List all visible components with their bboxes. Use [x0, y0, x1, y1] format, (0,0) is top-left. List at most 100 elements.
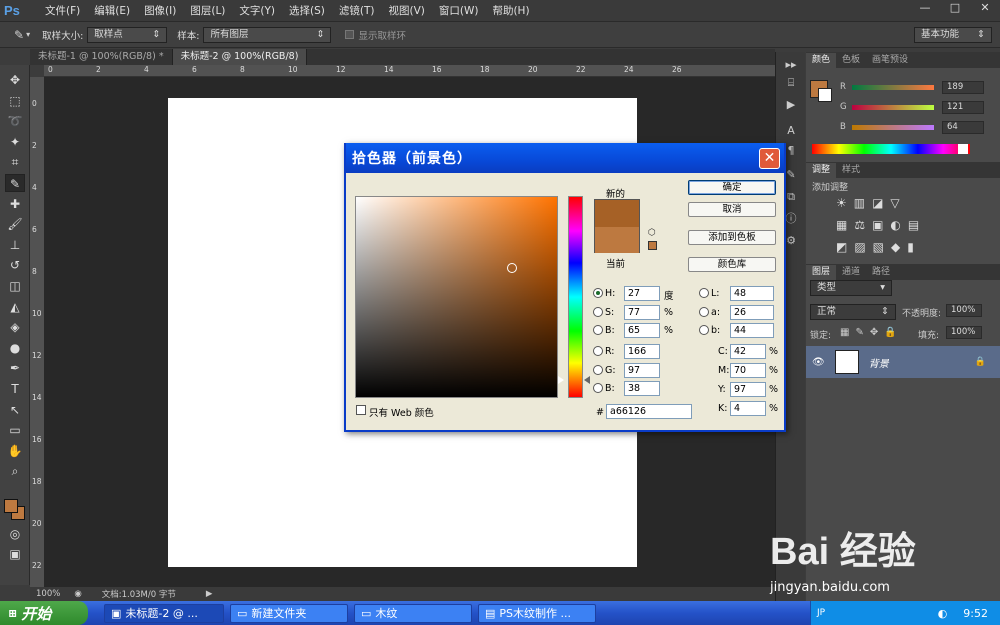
play-icon[interactable]: ▶ — [783, 98, 799, 112]
tab-styles[interactable]: 样式 — [836, 163, 866, 178]
tab-layers[interactable]: 图层 — [806, 265, 837, 280]
radio-lab-2[interactable] — [699, 325, 709, 335]
start-button[interactable]: ⊞ 开始 — [0, 601, 88, 625]
field-c[interactable]: 42 — [730, 344, 766, 359]
radio-g[interactable] — [593, 364, 603, 375]
saturation-value-field[interactable] — [355, 196, 558, 398]
foreground-color-swatch[interactable] — [4, 499, 18, 513]
green-value[interactable]: 121 — [942, 100, 984, 114]
field-y[interactable]: 97 — [730, 382, 766, 397]
eyedropper-tool-icon[interactable]: ✎ — [5, 174, 25, 192]
cube-icon[interactable]: ⬡ — [648, 228, 656, 238]
type-tool-icon[interactable]: T — [5, 380, 25, 398]
field-k[interactable]: 4 — [730, 401, 766, 416]
tab-color[interactable]: 颜色 — [806, 53, 837, 68]
crop-tool-icon[interactable]: ⌗ — [5, 153, 25, 171]
adjustment-icons-row-2[interactable]: ▦⚖▣◐▤ — [836, 218, 926, 232]
adjustment-icons-row-3[interactable]: ◩▨▧◆▮ — [836, 240, 921, 254]
menu-item[interactable]: 文件(F) — [38, 0, 87, 22]
chevron-down-icon[interactable]: ▾ — [26, 30, 30, 39]
menu-item[interactable]: 图像(I) — [137, 0, 183, 22]
marquee-tool-icon[interactable]: ⬚ — [5, 92, 25, 110]
blue-slider[interactable] — [852, 124, 934, 130]
paint-bucket-icon[interactable]: ◭ — [5, 298, 25, 316]
adjustment-icons-row-1[interactable]: ☀▥◪▽ — [836, 196, 907, 210]
field-b[interactable]: 38 — [624, 381, 660, 396]
red-slider[interactable] — [852, 84, 934, 90]
taskbar-item-folder[interactable]: ▭ 新建文件夹 — [230, 603, 348, 623]
screen-mode-icon[interactable]: ▣ — [5, 545, 25, 563]
opacity-value[interactable]: 100% — [946, 304, 982, 317]
hue-marker-left[interactable] — [558, 376, 564, 384]
collapse-icon[interactable]: ▸▸ — [783, 58, 799, 72]
eraser-tool-icon[interactable]: ◫ — [5, 277, 25, 295]
taskbar-item-wood[interactable]: ▭ 木纹 — [354, 603, 472, 623]
move-tool-icon[interactable]: ✥ — [5, 71, 25, 89]
menu-item[interactable]: 编辑(E) — [87, 0, 137, 22]
radio-b[interactable] — [593, 325, 603, 335]
fill-value[interactable]: 100% — [946, 326, 982, 339]
character-icon[interactable]: A — [783, 124, 799, 138]
magic-wand-icon[interactable]: ✦ — [5, 133, 25, 151]
web-safe-icon[interactable] — [648, 241, 657, 250]
green-slider[interactable] — [852, 104, 934, 110]
maximize-button[interactable]: □ — [940, 0, 970, 16]
web-colors-checkbox[interactable] — [356, 405, 366, 415]
pen-tool-icon[interactable]: ✒ — [5, 359, 25, 377]
hue-marker-right[interactable] — [584, 376, 590, 384]
background-swatch[interactable] — [818, 88, 832, 102]
cancel-button[interactable]: 取消 — [688, 202, 776, 217]
stamp-tool-icon[interactable]: ⊥ — [5, 236, 25, 254]
dodge-tool-icon[interactable]: ● — [5, 339, 25, 357]
arrow-right-icon[interactable]: ▶ — [206, 589, 213, 599]
tab-untitled-1[interactable]: 未标题-1 @ 100%(RGB/8) * — [30, 49, 173, 65]
field-lab-0[interactable]: 48 — [730, 286, 774, 301]
tab-untitled-2[interactable]: 未标题-2 @ 100%(RGB/8) — [172, 49, 308, 65]
radio-r[interactable] — [593, 346, 603, 356]
layer-filter[interactable]: 类型 ▾ — [810, 280, 892, 296]
radio-lab-1[interactable] — [699, 306, 709, 317]
blur-tool-icon[interactable]: ◈ — [5, 318, 25, 336]
zoom-tool-icon[interactable]: ⌕ — [5, 462, 25, 480]
menu-item[interactable]: 选择(S) — [282, 0, 332, 22]
sample-size-select[interactable]: 取样点 ⇕ — [87, 26, 168, 43]
hue-slider[interactable] — [568, 196, 583, 398]
network-icon[interactable]: ◐ — [938, 607, 948, 620]
taskbar-item-ps[interactable]: ▣ 未标题-2 @ ... — [104, 603, 224, 623]
show-ring-checkbox[interactable]: 显示取样环 — [345, 28, 406, 42]
info-icon[interactable]: ◉ — [74, 589, 81, 599]
blue-value[interactable]: 64 — [942, 120, 984, 134]
lasso-tool-icon[interactable]: ➰ — [5, 112, 25, 130]
tab-swatches[interactable]: 色板 — [836, 53, 866, 68]
white-swatch[interactable] — [958, 144, 968, 154]
zoom-level[interactable]: 100% — [36, 589, 60, 599]
eyedropper-icon[interactable]: ✎ — [14, 28, 24, 42]
hand-tool-icon[interactable]: ✋ — [5, 442, 25, 460]
color-cursor[interactable] — [507, 263, 517, 273]
hex-input[interactable]: a66126 — [606, 404, 692, 419]
field-b[interactable]: 65 — [624, 323, 660, 338]
ok-button[interactable]: 确定 — [688, 180, 776, 195]
sample-select[interactable]: 所有图层 ⇕ — [203, 26, 332, 43]
taskbar-item-doc[interactable]: ▤ PS木纹制作 ... — [478, 603, 596, 623]
field-g[interactable]: 97 — [624, 362, 660, 378]
red-value[interactable]: 189 — [942, 80, 984, 94]
layer-row-background[interactable]: 👁 背景 🔒 — [806, 346, 1000, 378]
field-s[interactable]: 77 — [624, 304, 660, 320]
add-to-swatches-button[interactable]: 添加到色板 — [688, 230, 776, 245]
field-lab-2[interactable]: 44 — [730, 323, 774, 338]
blend-mode-select[interactable]: 正常 ⇕ — [810, 304, 896, 320]
history-icon[interactable]: ⌸ — [783, 76, 799, 90]
menu-item[interactable]: 文字(Y) — [232, 0, 282, 22]
path-select-icon[interactable]: ↖ — [5, 401, 25, 419]
close-button[interactable]: ✕ — [970, 0, 1000, 16]
field-m[interactable]: 70 — [730, 363, 766, 378]
history-brush-icon[interactable]: ↺ — [5, 256, 25, 274]
healing-brush-icon[interactable]: ✚ — [5, 195, 25, 213]
field-lab-1[interactable]: 26 — [730, 304, 774, 320]
brush-tool-icon[interactable]: 🖌 — [5, 215, 25, 233]
clock[interactable]: 9:52 — [963, 607, 988, 620]
menu-item[interactable]: 视图(V) — [381, 0, 431, 22]
minimize-button[interactable]: — — [910, 0, 940, 16]
lock-icons[interactable]: ▦✎✥🔒 — [840, 327, 903, 338]
